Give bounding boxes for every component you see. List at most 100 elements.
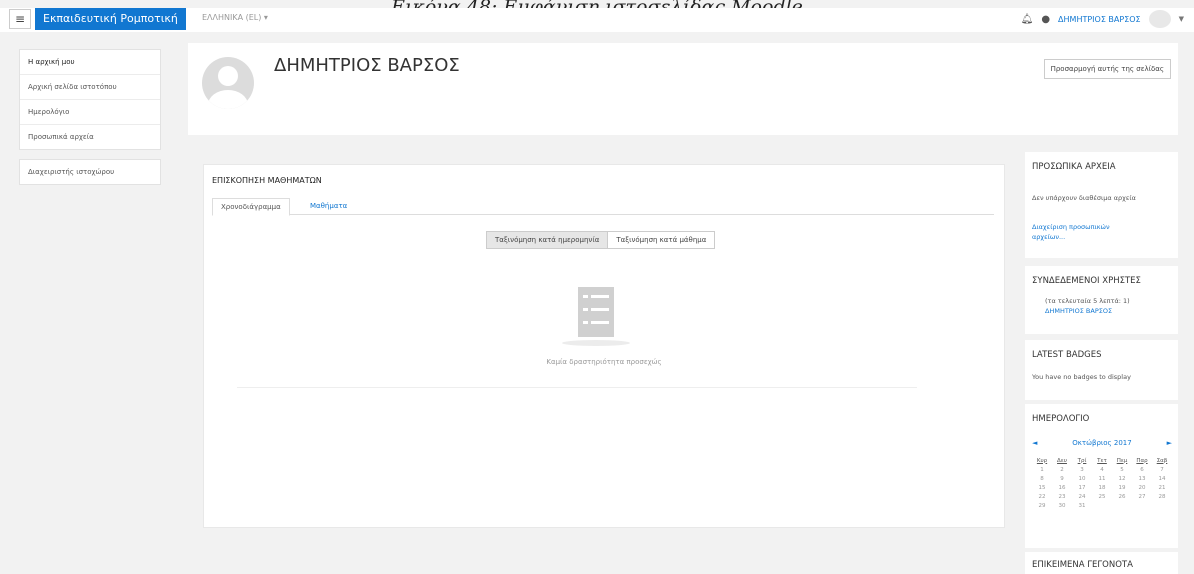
course-overview-block: ΕΠΙΣΚΟΠΗΣΗ ΜΑΘΗΜΑΤΩΝ Χρονοδιάγραμμα Μαθή…	[203, 164, 1005, 528]
left-navigation: Η αρχική μου Αρχική σελίδα ιστοτόπου Ημε…	[19, 49, 161, 194]
top-navbar: ≡ Εκπαιδευτική Ρομποτική ΕΛΛΗΝΙΚΑ (EL) ▾…	[0, 8, 1194, 32]
sort-toggle: Ταξινόμηση κατά ημερομηνία Ταξινόμηση κα…	[486, 231, 716, 249]
calendar-nav: Οκτώβριος 2017 ◄ ►	[1032, 439, 1172, 449]
calendar-day	[1092, 501, 1112, 510]
calendar-week-row: 22 23 24 25 26 27 28	[1032, 492, 1172, 501]
calendar-day: 27	[1138, 493, 1146, 500]
calendar-day: 17	[1078, 484, 1086, 491]
language-menu[interactable]: ΕΛΛΗΝΙΚΑ (EL) ▾	[202, 13, 268, 22]
manage-files-link[interactable]: Διαχείριση προσωπικών αρχείων...	[1032, 222, 1142, 242]
nav-item-private-files[interactable]: Προσωπικά αρχεία	[20, 125, 160, 149]
calendar-day: 12	[1118, 475, 1126, 482]
badges-block: LATEST BADGES You have no badges to disp…	[1025, 340, 1178, 400]
sort-by-date-button[interactable]: Ταξινόμηση κατά ημερομηνία	[486, 231, 609, 249]
calendar-day: 19	[1118, 484, 1126, 491]
calendar-day: 23	[1058, 493, 1066, 500]
calendar-week-row: 1 2 3 4 5 6 7	[1032, 465, 1172, 474]
overview-tabs: Χρονοδιάγραμμα Μαθήματα	[212, 198, 994, 216]
block-title: LATEST BADGES	[1032, 350, 1102, 360]
site-brand-link[interactable]: Εκπαιδευτική Ρομποτική	[35, 8, 186, 30]
calendar-day: 3	[1080, 466, 1084, 473]
weekday-label: Δευ	[1057, 457, 1067, 464]
calendar-block: ΗΜΕΡΟΛΟΓΙΟ Οκτώβριος 2017 ◄ ► Κυρ Δευ Τρ…	[1025, 404, 1178, 548]
calendar-week-row: 15 16 17 18 19 20 21	[1032, 483, 1172, 492]
chevron-down-icon[interactable]: ▼	[1179, 15, 1184, 23]
calendar-day	[1112, 501, 1132, 510]
tab-courses[interactable]: Μαθήματα	[302, 198, 355, 214]
calendar-month-link[interactable]: Οκτώβριος 2017	[1032, 439, 1172, 447]
online-users-block: ΣΥΝΔΕΔΕΜΕΝΟΙ ΧΡΗΣΤΕΣ (τα τελευταία 5 λεπ…	[1025, 266, 1178, 334]
weekday-label: Τρί	[1077, 457, 1087, 464]
bell-icon[interactable]: 🔔︎	[1021, 14, 1034, 25]
nav-item-calendar[interactable]: Ημερολόγιο	[20, 100, 160, 125]
previous-month-icon[interactable]: ◄	[1032, 439, 1037, 447]
calendar-grid: Κυρ Δευ Τρί Τετ Πεμ Παρ Σαβ 1234567 8 9 10…	[1032, 456, 1172, 510]
user-area: 🔔︎ ● ΔΗΜΗΤΡΙΟΣ ΒΑΡΣΟΣ ▼	[1021, 10, 1184, 28]
no-badges-text: You have no badges to display	[1032, 373, 1131, 381]
calendar-day: 21	[1158, 484, 1166, 491]
calendar-day: 20	[1138, 484, 1146, 491]
calendar-day: 22	[1038, 493, 1046, 500]
calendar-day: 24	[1078, 493, 1086, 500]
calendar-day: 8	[1040, 475, 1044, 482]
hamburger-icon[interactable]: ≡	[9, 9, 31, 29]
calendar-day: 2	[1060, 466, 1064, 473]
calendar-day: 7	[1160, 466, 1164, 473]
calendar-day: 26	[1118, 493, 1126, 500]
nav-item-dashboard[interactable]: Η αρχική μου	[20, 50, 160, 75]
weekday-label: Σαβ	[1156, 457, 1168, 464]
nav-group-main: Η αρχική μου Αρχική σελίδα ιστοτόπου Ημε…	[19, 49, 161, 150]
calendar-day: 15	[1038, 484, 1046, 491]
calendar-day: 4	[1100, 466, 1104, 473]
calendar-day: 29	[1038, 502, 1046, 509]
empty-list-icon	[578, 287, 614, 337]
calendar-day: 18	[1098, 484, 1106, 491]
nav-group-admin: Διαχειριστής ιστοχώρου	[19, 159, 161, 185]
user-menu-link[interactable]: ΔΗΜΗΤΡΙΟΣ ΒΑΡΣΟΣ	[1058, 15, 1141, 24]
calendar-day	[1152, 501, 1172, 510]
customize-page-button[interactable]: Προσαρμογή αυτής της σελίδας	[1043, 59, 1171, 79]
page-header: ΔΗΜΗΤΡΙΟΣ ΒΑΡΣΟΣ Προσαρμογή αυτής της σε…	[188, 43, 1178, 135]
weekday-label: Πεμ	[1116, 457, 1128, 464]
weekday-label: Παρ	[1136, 457, 1148, 464]
calendar-day: 6	[1140, 466, 1144, 473]
block-title: ΗΜΕΡΟΛΟΓΙΟ	[1032, 414, 1090, 424]
calendar-day: 25	[1098, 493, 1106, 500]
no-files-text: Δεν υπάρχουν διαθέσιμα αρχεία	[1032, 194, 1136, 202]
online-users-count: (τα τελευταία 5 λεπτά: 1)	[1045, 297, 1130, 305]
calendar-day: 5	[1120, 466, 1124, 473]
page-title: ΔΗΜΗΤΡΙΟΣ ΒΑΡΣΟΣ	[274, 55, 460, 76]
calendar-day: 10	[1078, 475, 1086, 482]
block-title: ΕΠΙΚΕΙΜΕΝΑ ΓΕΓΟΝΟΤΑ	[1032, 560, 1133, 570]
calendar-day: 9	[1060, 475, 1064, 482]
next-month-icon[interactable]: ►	[1167, 439, 1172, 447]
weekday-label: Τετ	[1097, 457, 1107, 464]
calendar-day: 14	[1158, 475, 1166, 482]
calendar-day: 31	[1078, 502, 1086, 509]
user-avatar[interactable]	[1148, 10, 1171, 28]
online-user-link[interactable]: ΔΗΜΗΤΡΙΟΣ ΒΑΡΣΟΣ	[1045, 307, 1112, 315]
calendar-day: 1	[1040, 466, 1044, 473]
calendar-day: 13	[1138, 475, 1146, 482]
block-title: ΠΡΟΣΩΠΙΚΑ ΑΡΧΕΙΑ	[1032, 162, 1116, 172]
calendar-day: 16	[1058, 484, 1066, 491]
calendar-day: 28	[1158, 493, 1166, 500]
calendar-day: 11	[1098, 475, 1106, 482]
calendar-week-row: 8 9 10 11 12 13 14	[1032, 474, 1172, 483]
block-title: ΣΥΝΔΕΔΕΜΕΝΟΙ ΧΡΗΣΤΕΣ	[1032, 276, 1141, 286]
calendar-day: 30	[1058, 502, 1066, 509]
block-title: ΕΠΙΣΚΟΠΗΣΗ ΜΑΘΗΜΑΤΩΝ	[212, 176, 322, 185]
upcoming-events-block: ΕΠΙΚΕΙΜΕΝΑ ΓΕΓΟΝΟΤΑ	[1025, 552, 1178, 574]
private-files-block: ΠΡΟΣΩΠΙΚΑ ΑΡΧΕΙΑ Δεν υπάρχουν διαθέσιμα …	[1025, 152, 1178, 258]
empty-state-text: Καμία δραστηριότητα προσεχώς	[546, 358, 662, 366]
calendar-day	[1132, 501, 1152, 510]
nav-item-site-admin[interactable]: Διαχειριστής ιστοχώρου	[20, 160, 160, 184]
calendar-week-row: 29 30 31	[1032, 501, 1172, 510]
chat-icon[interactable]: ●	[1041, 14, 1050, 25]
calendar-header-row: Κυρ Δευ Τρί Τετ Πεμ Παρ Σαβ	[1032, 456, 1172, 465]
sort-by-course-button[interactable]: Ταξινόμηση κατά μάθημα	[608, 231, 716, 249]
nav-item-site-home[interactable]: Αρχική σελίδα ιστοτόπου	[20, 75, 160, 100]
profile-avatar	[202, 57, 254, 109]
tab-timeline[interactable]: Χρονοδιάγραμμα	[212, 198, 290, 216]
weekday-label: Κυρ	[1036, 457, 1048, 464]
